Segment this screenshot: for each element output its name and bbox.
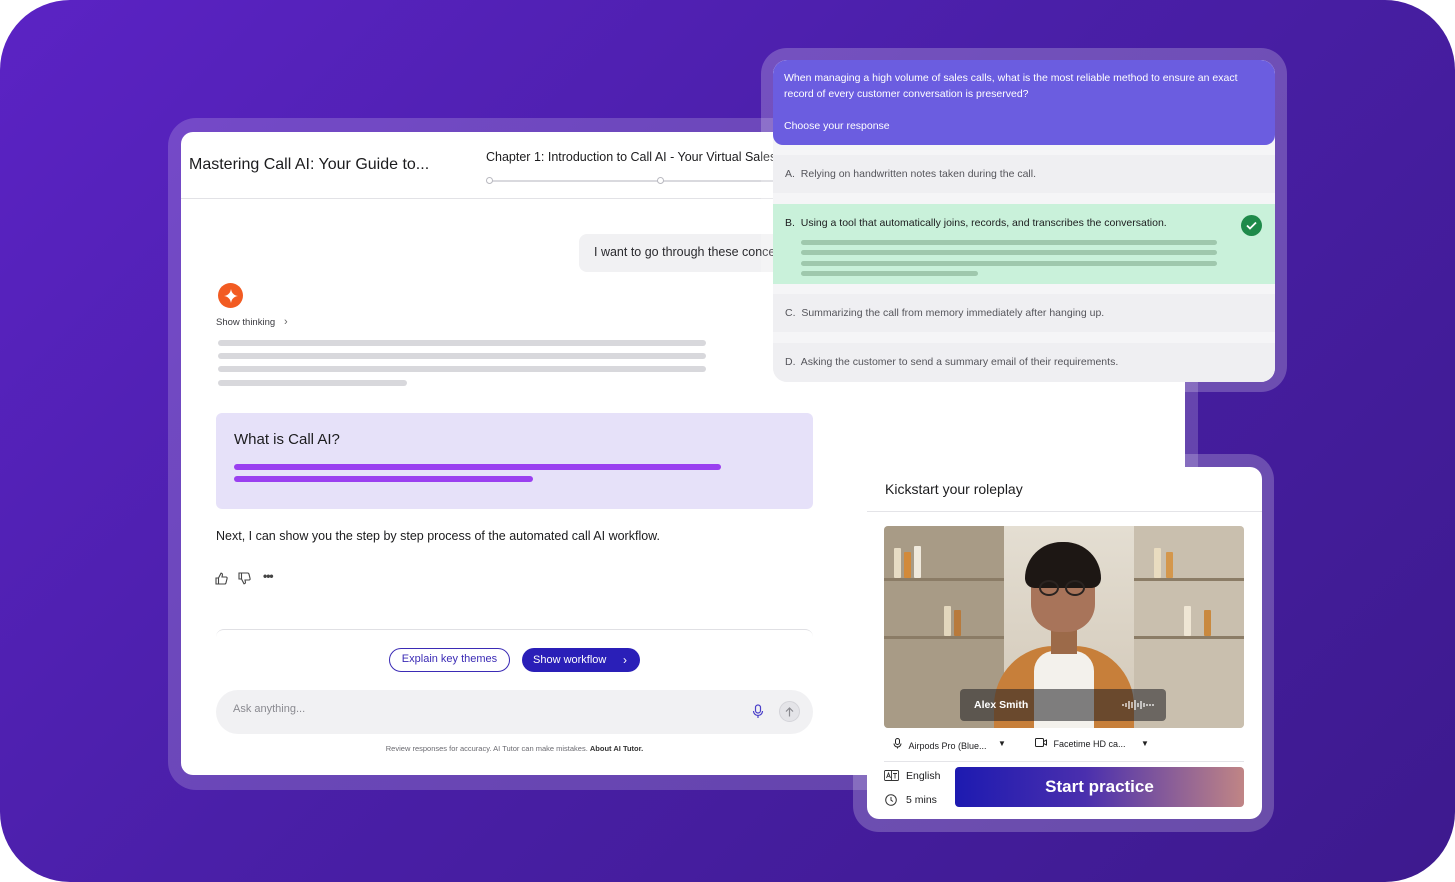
quiz-option-d[interactable]: D. Asking the customer to send a summary… xyxy=(773,343,1275,382)
progress-step[interactable] xyxy=(486,177,493,184)
book xyxy=(944,606,951,636)
quiz-option-a[interactable]: A. Relying on handwritten notes taken du… xyxy=(773,155,1275,193)
concept-placeholder-line xyxy=(234,464,721,470)
thinking-placeholder-line xyxy=(218,353,706,359)
option-letter: A. xyxy=(785,168,795,180)
explanation-placeholder-line xyxy=(801,240,1217,245)
roleplay-divider xyxy=(884,761,1244,762)
audio-wave-icon xyxy=(1122,698,1156,716)
translate-icon xyxy=(884,770,899,781)
concept-card-title: What is Call AI? xyxy=(234,431,340,448)
caret-down-icon[interactable]: ▼ xyxy=(1141,739,1149,748)
explanation-placeholder-line xyxy=(801,250,1217,255)
quiz-prompt: Choose your response xyxy=(784,120,890,132)
quiz-question: When managing a high volume of sales cal… xyxy=(784,72,1238,100)
concept-card[interactable]: What is Call AI? xyxy=(216,413,813,509)
show-workflow-chip[interactable]: Show workflow › xyxy=(522,648,640,672)
thinking-placeholder-line xyxy=(218,340,706,346)
video-device-label: Facetime HD ca... xyxy=(1053,739,1126,749)
person-hair xyxy=(1025,542,1101,588)
participant-name: Alex Smith xyxy=(974,699,1029,711)
mic-icon xyxy=(893,738,902,749)
shelf xyxy=(884,578,1004,581)
explain-key-themes-chip[interactable]: Explain key themes xyxy=(389,648,510,672)
video-device-select[interactable]: Facetime HD ca... xyxy=(1035,738,1126,749)
chapter-progress xyxy=(489,180,789,182)
quiz-header: When managing a high volume of sales cal… xyxy=(773,60,1275,145)
video-preview: Alex Smith xyxy=(884,526,1244,728)
chevron-right-icon: › xyxy=(623,653,627,667)
glasses xyxy=(1039,580,1059,596)
book xyxy=(904,552,911,578)
option-text: Using a tool that automatically joins, r… xyxy=(800,217,1167,229)
caret-down-icon[interactable]: ▼ xyxy=(998,739,1006,748)
camera-icon xyxy=(1035,738,1047,747)
send-button[interactable] xyxy=(779,701,800,722)
course-title: Mastering Call AI: Your Guide to... xyxy=(189,156,430,173)
start-practice-button[interactable]: Start practice xyxy=(955,767,1244,807)
option-text: Summarizing the call from memory immedia… xyxy=(801,307,1105,319)
book xyxy=(1184,606,1191,636)
quiz-card: When managing a high volume of sales cal… xyxy=(773,60,1275,382)
roleplay-card: Kickstart your roleplay Alex Smith Airpo… xyxy=(867,467,1262,819)
book xyxy=(1166,552,1173,578)
book xyxy=(1204,610,1211,636)
option-letter: B. xyxy=(785,217,795,229)
ask-input[interactable] xyxy=(233,703,713,715)
check-circle-icon xyxy=(1241,215,1262,236)
sparkle-icon xyxy=(218,283,243,308)
more-icon[interactable]: ••• xyxy=(263,569,274,583)
quiz-option-c[interactable]: C. Summarizing the call from memory imme… xyxy=(773,294,1275,332)
book xyxy=(894,548,901,578)
thinking-placeholder-line xyxy=(218,366,706,372)
ai-response-text: Next, I can show you the step by step pr… xyxy=(216,529,660,543)
book xyxy=(914,546,921,578)
book xyxy=(1154,548,1161,578)
show-workflow-label: Show workflow xyxy=(533,654,607,666)
option-text: Asking the customer to send a summary em… xyxy=(800,356,1119,368)
composer-divider xyxy=(216,629,813,637)
thumbs-up-icon[interactable] xyxy=(215,572,228,588)
option-letter: C. xyxy=(785,307,796,319)
shelf xyxy=(884,636,1004,639)
thumbs-down-icon[interactable] xyxy=(238,572,251,588)
disclaimer: Review responses for accuracy. AI Tutor … xyxy=(181,744,848,753)
progress-step[interactable] xyxy=(657,177,664,184)
about-link[interactable]: About AI Tutor. xyxy=(590,744,643,753)
duration-value: 5 mins xyxy=(906,794,937,806)
glasses xyxy=(1065,580,1085,596)
disclaimer-text: Review responses for accuracy. AI Tutor … xyxy=(385,744,588,753)
audio-device-select[interactable]: Airpods Pro (Blue... xyxy=(893,738,987,751)
shelf xyxy=(1134,636,1244,639)
concept-placeholder-line xyxy=(234,476,533,482)
arrow-up-icon xyxy=(785,706,794,716)
thinking-placeholder-line xyxy=(218,380,407,386)
ask-box[interactable] xyxy=(216,690,813,734)
shelf xyxy=(1134,578,1244,581)
show-thinking-toggle[interactable]: Show thinking xyxy=(216,317,275,328)
chevron-right-icon[interactable]: › xyxy=(284,316,288,328)
audio-device-label: Airpods Pro (Blue... xyxy=(908,741,987,751)
explanation-placeholder-line xyxy=(801,261,1217,266)
option-text: Relying on handwritten notes taken durin… xyxy=(800,168,1036,180)
roleplay-title: Kickstart your roleplay xyxy=(867,467,1262,512)
book xyxy=(954,610,961,636)
mic-icon[interactable] xyxy=(752,704,764,724)
participant-tag: Alex Smith xyxy=(960,689,1166,721)
option-letter: D. xyxy=(785,356,796,368)
language-value: English xyxy=(906,770,941,782)
clock-icon xyxy=(885,794,897,806)
explanation-placeholder-line xyxy=(801,271,978,276)
